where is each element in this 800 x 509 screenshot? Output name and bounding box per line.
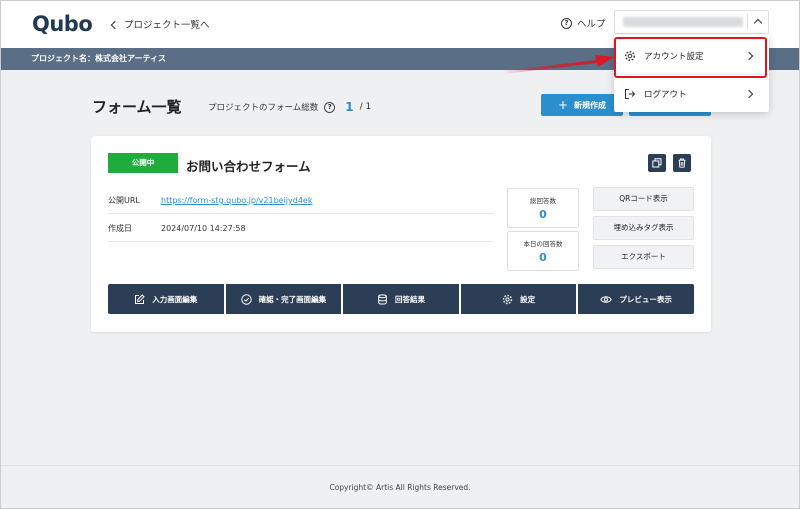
created-label: 作成日 — [108, 224, 132, 233]
plus-icon: + — [557, 98, 569, 112]
chevron-left-icon — [110, 20, 120, 29]
qr-code-button[interactable]: QRコード表示 — [593, 187, 694, 211]
help-link[interactable]: ? ヘルプ — [561, 16, 606, 30]
help-label: ヘルプ — [577, 19, 606, 30]
today-answers-label: 本日の回答数 — [523, 240, 563, 248]
account-email-blurred — [623, 17, 743, 27]
form-total-max: / 1 — [359, 102, 372, 112]
status-badge: 公開中 — [108, 153, 178, 173]
back-link-label: プロジェクト一覧へ — [124, 20, 210, 31]
question-icon[interactable]: ? — [324, 101, 336, 113]
qubo-logo[interactable]: Qubo — [32, 12, 93, 36]
chevron-up-icon — [753, 18, 763, 28]
created-row: 作成日 2024/07/10 14:27:58 — [108, 216, 493, 242]
question-icon: ? — [561, 17, 572, 29]
edit-icon — [135, 293, 146, 304]
settings-label: 設定 — [520, 294, 536, 304]
action-bar: 入力画面編集 確認・完了画面編集 回答結果 設定 プレビュー表示 — [108, 284, 694, 314]
edit-confirm-screen-button[interactable]: 確認・完了画面編集 — [225, 284, 342, 314]
copy-icon — [652, 158, 662, 168]
eye-icon — [600, 295, 613, 303]
form-total: プロジェクトのフォーム総数 ? 1 / 1 — [208, 100, 371, 114]
form-total-label: プロジェクトのフォーム総数 — [208, 103, 319, 113]
url-row: 公開URL https://form-stg.qubo.jp/v21beijyd… — [108, 188, 493, 214]
answers-label: 回答結果 — [394, 294, 425, 304]
footer-copyright: Copyright© Artis All Rights Reserved. — [0, 465, 800, 509]
url-label: 公開URL — [108, 196, 140, 205]
public-url-link[interactable]: https://form-stg.qubo.jp/v21beijyd4ek — [161, 196, 312, 205]
answers-button[interactable]: 回答結果 — [343, 284, 459, 314]
edit-input-screen-button[interactable]: 入力画面編集 — [108, 284, 224, 314]
preview-label: プレビュー表示 — [619, 294, 672, 304]
chevron-right-icon — [744, 89, 754, 98]
edit-confirm-label: 確認・完了画面編集 — [258, 294, 327, 304]
back-to-projects-link[interactable]: プロジェクト一覧へ — [110, 17, 210, 31]
delete-button[interactable] — [673, 154, 691, 172]
logout-menu-item[interactable]: ログアウト — [614, 74, 769, 112]
export-button[interactable]: エクスポート — [593, 245, 694, 269]
trash-icon — [678, 158, 686, 168]
embed-tag-button[interactable]: 埋め込みタグ表示 — [593, 216, 694, 240]
account-menu-toggle[interactable] — [614, 10, 769, 34]
new-form-button-label: 新規作成 — [574, 100, 607, 110]
total-answers-box: 総回答数 0 — [507, 188, 579, 228]
logout-label: ログアウト — [644, 89, 687, 100]
logout-icon — [625, 88, 636, 99]
edit-input-label: 入力画面編集 — [152, 294, 198, 304]
empty-row — [108, 243, 493, 269]
today-answers-value: 0 — [539, 251, 547, 264]
created-value: 2024/07/10 14:27:58 — [161, 224, 246, 233]
check-circle-icon — [240, 293, 252, 305]
today-answers-box: 本日の回答数 0 — [507, 231, 579, 271]
annotation-highlight-box — [614, 37, 767, 78]
gear-icon — [502, 294, 513, 304]
database-icon — [378, 293, 387, 305]
total-answers-label: 総回答数 — [530, 197, 556, 205]
preview-button[interactable]: プレビュー表示 — [578, 284, 694, 314]
copy-button[interactable] — [648, 154, 666, 172]
form-card: 公開中 お問い合わせフォーム 公開URL https://form-stg.qu… — [91, 136, 711, 332]
total-answers-value: 0 — [539, 208, 547, 221]
divider — [747, 14, 748, 30]
settings-button[interactable]: 設定 — [460, 284, 577, 314]
new-form-button[interactable]: + 新規作成 — [541, 94, 623, 116]
form-name: お問い合わせフォーム — [186, 159, 311, 174]
page-title: フォーム一覧 — [92, 98, 182, 116]
annotation-arrow — [502, 55, 614, 74]
form-total-count: 1 — [345, 100, 354, 114]
